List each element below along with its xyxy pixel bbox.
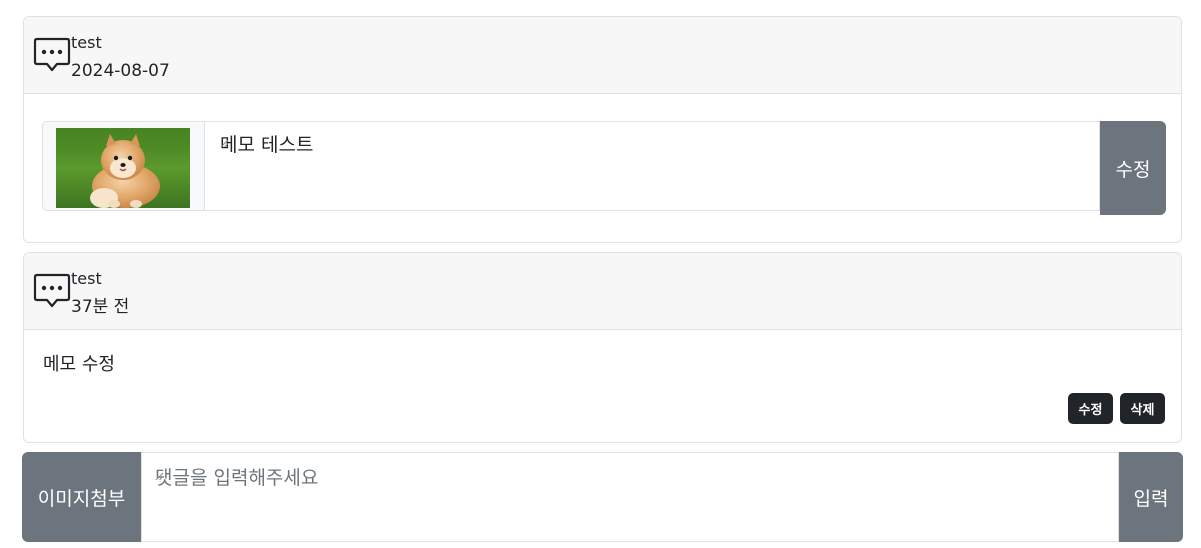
chat-dots-icon bbox=[33, 36, 71, 74]
comment-card: test 2024-08-07 메모 테스트 수정 bbox=[23, 16, 1182, 243]
attach-image-button[interactable]: 이미지첨부 bbox=[22, 452, 141, 542]
comment-date: 2024-08-07 bbox=[71, 61, 170, 81]
image-thumbnail-box[interactable] bbox=[42, 121, 204, 211]
comment-header: test 37분 전 bbox=[24, 253, 1181, 330]
comment-author: test bbox=[71, 33, 102, 52]
dog-photo bbox=[56, 128, 190, 208]
delete-comment-button[interactable]: 삭제 bbox=[1120, 393, 1165, 424]
comment-card: test 37분 전 메모 수정 수정 삭제 bbox=[23, 252, 1182, 443]
save-edit-button[interactable]: 수정 bbox=[1100, 121, 1166, 215]
chat-dots-icon bbox=[33, 272, 71, 310]
edit-comment-button[interactable]: 수정 bbox=[1068, 393, 1113, 424]
comment-header: test 2024-08-07 bbox=[24, 17, 1181, 94]
memo-edit-textarea[interactable]: 메모 테스트 bbox=[204, 121, 1100, 211]
comment-text: 메모 수정 bbox=[43, 354, 115, 375]
comment-author: test bbox=[71, 269, 102, 288]
edit-row: 메모 테스트 수정 bbox=[42, 121, 1166, 215]
comment-date: 37분 전 bbox=[71, 297, 130, 317]
resize-handle-icon[interactable] bbox=[220, 130, 229, 148]
resize-handle-icon[interactable] bbox=[155, 463, 164, 481]
comment-input-placeholder: 댓글을 입력해주세요 bbox=[155, 467, 319, 489]
submit-comment-button[interactable]: 입력 bbox=[1119, 452, 1183, 542]
memo-edit-value: 메모 테스트 bbox=[220, 134, 314, 156]
comment-input[interactable]: 댓글을 입력해주세요 bbox=[141, 452, 1119, 542]
